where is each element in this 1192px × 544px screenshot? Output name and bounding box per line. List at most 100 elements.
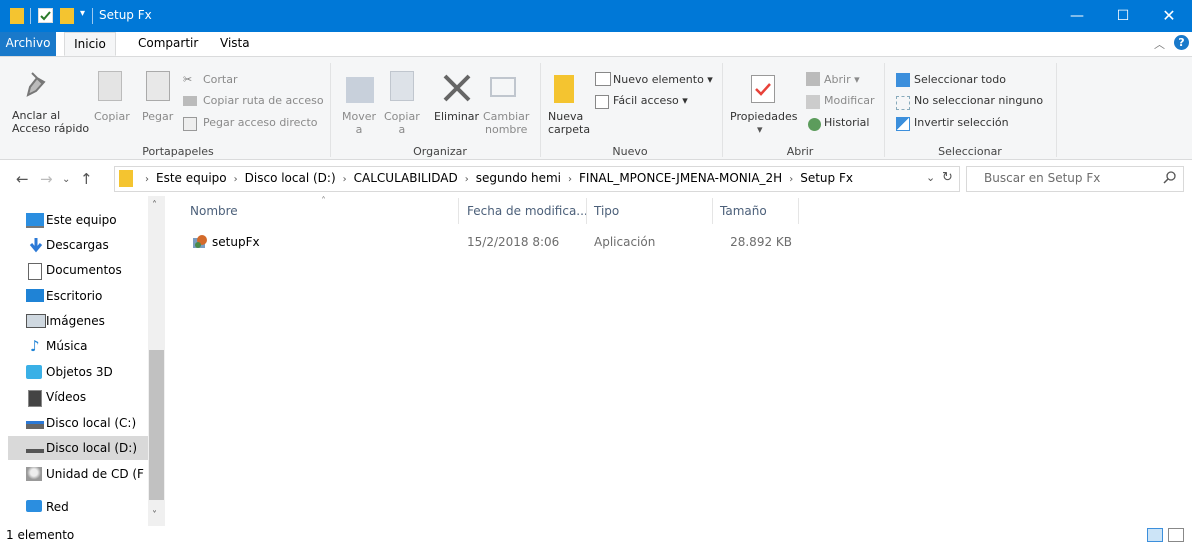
new-item-button[interactable]: Nuevo elemento ▾ [613,73,713,86]
nav-item-musica[interactable]: ♪ Música [8,334,148,358]
nav-item-red[interactable]: Red [8,495,148,519]
chevron-down-icon[interactable]: ▾ [757,123,763,136]
refresh-icon[interactable]: ↻ [942,170,953,185]
delete-icon [440,71,474,108]
select-all-icon [896,73,910,87]
nav-item-disco-c[interactable]: Disco local (C:) [8,411,148,435]
window-title: Setup Fx [99,8,152,22]
help-icon[interactable]: ? [1174,35,1189,50]
column-divider[interactable] [798,198,799,224]
select-none-button[interactable]: No seleccionar ninguno [914,94,1043,107]
rename-label-2: nombre [485,123,528,136]
column-header-tamano[interactable]: Tamaño [720,204,767,218]
nav-item-unidad-cd[interactable]: Unidad de CD (F [8,462,148,486]
back-button[interactable]: ← [16,170,29,188]
nav-item-escritorio[interactable]: Escritorio [8,284,148,308]
large-icons-view-icon[interactable] [1168,528,1184,542]
scroll-thumb[interactable] [149,350,164,500]
up-button[interactable]: ↑ [80,170,93,188]
open-button[interactable]: Abrir ▾ [824,73,860,86]
minimize-button[interactable]: — [1054,0,1100,32]
chevron-right-icon[interactable]: › [343,174,347,185]
paste-button[interactable]: Pegar [142,110,173,123]
edit-icon [806,95,820,109]
maximize-button[interactable]: ☐ [1100,0,1146,32]
paste-icon [146,71,170,101]
open-icon [806,72,820,86]
group-label-seleccionar: Seleccionar [938,145,1002,158]
select-all-button[interactable]: Seleccionar todo [914,73,1006,86]
collapse-ribbon-icon[interactable]: ︿ [1154,36,1165,52]
search-placeholder: Buscar en Setup Fx [984,171,1101,185]
move-to-button[interactable]: Mover a [342,110,376,136]
recent-locations-button[interactable]: ⌄ [62,174,70,185]
ribbon: Anclar al Acceso rápido Copiar Pegar ✂ C… [0,56,1192,160]
new-folder-label: Nueva [548,110,584,123]
computer-icon [26,213,44,228]
cut-button[interactable]: Cortar [203,73,238,86]
edit-button[interactable]: Modificar [824,94,875,107]
breadcrumb-calculabilidad[interactable]: CALCULABILIDAD [354,171,458,185]
nav-item-label: Disco local (D:) [46,441,138,455]
invert-selection-button[interactable]: Invertir selección [914,116,1009,129]
nav-item-label: Escritorio [46,289,103,303]
column-divider[interactable] [458,198,459,224]
status-bar: 1 elemento [0,526,1192,544]
tab-vista[interactable]: Vista [212,32,258,56]
scroll-up-icon[interactable]: ˄ [152,200,157,211]
divider [330,63,331,157]
column-header-fecha[interactable]: Fecha de modifica... [467,204,588,218]
nav-item-este-equipo[interactable]: Este equipo [8,208,148,232]
close-button[interactable]: ✕ [1146,0,1192,32]
history-button[interactable]: Historial [824,116,869,129]
details-view-icon[interactable] [1147,528,1163,542]
breadcrumb-final[interactable]: FINAL_MPONCE-JMENA-MONIA_2H [579,171,782,185]
chevron-right-icon[interactable]: › [568,174,572,185]
rename-button[interactable]: Cambiar nombre [483,110,529,136]
breadcrumb-este-equipo[interactable]: Este equipo [156,171,227,185]
nav-item-disco-d[interactable]: Disco local (D:) [8,436,148,460]
breadcrumb-setup-fx[interactable]: Setup Fx [800,171,853,185]
nav-item-objetos-3d[interactable]: Objetos 3D [8,360,148,384]
forward-button[interactable]: → [40,170,53,188]
properties-button[interactable]: Propiedades [730,110,797,123]
breadcrumb-segundo-hemi[interactable]: segundo hemi [476,171,561,185]
nav-item-imagenes[interactable]: Imágenes [8,309,148,333]
properties-quick-icon[interactable] [38,8,53,23]
tab-archivo[interactable]: Archivo [0,32,56,56]
sort-indicator-icon: ˄ [321,196,326,207]
tab-inicio[interactable]: Inicio [64,32,116,56]
pin-quick-access-button[interactable]: Anclar al Acceso rápido [12,109,89,135]
paste-shortcut-button[interactable]: Pegar acceso directo [203,116,318,129]
music-icon: ♪ [30,337,40,355]
scroll-down-icon[interactable]: ˅ [152,510,157,521]
nav-item-documentos[interactable]: Documentos [8,258,148,282]
copy-path-button[interactable]: Copiar ruta de acceso [203,94,324,107]
pin-label-1: Anclar al [12,109,61,122]
chevron-right-icon[interactable]: › [234,174,238,185]
new-folder-button[interactable]: Nueva carpeta [548,110,590,136]
delete-button[interactable]: Eliminar [434,110,479,123]
chevron-right-icon[interactable]: › [789,174,793,185]
customize-quick-access-icon[interactable]: ▾ [80,8,85,19]
address-dropdown-icon[interactable]: ⌄ [926,171,935,184]
copy-button[interactable]: Copiar [94,110,130,123]
chevron-right-icon[interactable]: › [465,174,469,185]
nav-item-descargas[interactable]: Descargas [8,233,148,257]
copy-to-button[interactable]: Copiar a [384,110,420,136]
divider [722,63,723,157]
desktop-icon [26,289,44,302]
open-label: Abrir [824,73,851,86]
videos-icon [28,390,42,407]
column-divider[interactable] [586,198,587,224]
search-icon[interactable] [1163,170,1177,187]
file-row[interactable]: setupFx 15/2/2018 8:06 Aplicación 28.892… [184,230,800,254]
column-divider[interactable] [712,198,713,224]
breadcrumb-disco-d[interactable]: Disco local (D:) [245,171,336,185]
new-folder-quick-icon[interactable] [60,8,74,24]
column-header-tipo[interactable]: Tipo [594,204,619,218]
nav-item-videos[interactable]: Vídeos [8,385,148,409]
easy-access-button[interactable]: Fácil acceso ▾ [613,94,688,107]
column-header-nombre[interactable]: Nombre [190,204,238,218]
tab-compartir[interactable]: Compartir [130,32,206,56]
